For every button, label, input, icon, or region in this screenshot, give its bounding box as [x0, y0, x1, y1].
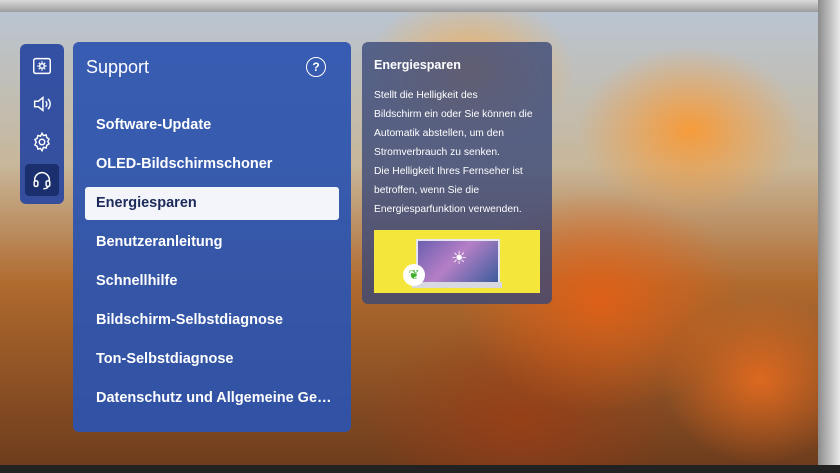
picture-settings-icon[interactable]	[25, 50, 59, 82]
tv-stand-illustration	[412, 282, 502, 288]
help-icon[interactable]: ?	[306, 57, 326, 77]
info-title: Energiesparen	[374, 58, 461, 72]
info-panel: Energiesparen Stellt die Helligkeit des …	[362, 42, 552, 304]
info-line: Automatik abstellen, um den	[374, 128, 504, 139]
menu-item-quick-help[interactable]: Schnellhilfe	[85, 265, 339, 298]
menu-item-user-guide[interactable]: Benutzeranleitung	[85, 226, 339, 259]
info-line: Bildschirm ein oder Sie können die	[374, 109, 533, 120]
tv-bezel-right	[818, 0, 840, 473]
info-line: Energiesparfunktion verwenden.	[374, 204, 522, 215]
info-line: Stellt die Helligkeit des	[374, 90, 478, 101]
sound-icon[interactable]	[25, 88, 59, 120]
gear-icon[interactable]	[25, 126, 59, 158]
eco-leaf-icon: ❦	[403, 264, 425, 286]
tv-bezel-top	[0, 0, 840, 12]
menu-title: Support	[86, 57, 150, 77]
menu-item-energy-saving[interactable]: Energiesparen	[85, 187, 339, 220]
info-line: betroffen, wenn Sie die	[374, 185, 480, 196]
tv-bezel-bottom	[0, 465, 840, 473]
headset-support-icon[interactable]	[25, 164, 59, 196]
energy-saving-illustration: ☀ ❦	[374, 230, 540, 293]
brightness-icon: ☀	[451, 248, 468, 268]
menu-item-software-update[interactable]: Software-Update	[85, 109, 339, 142]
menu-item-oled-screensaver[interactable]: OLED-Bildschirmschoner	[85, 148, 339, 181]
info-description: Stellt die Helligkeit des Bildschirm ein…	[374, 86, 546, 219]
category-sidebar	[20, 44, 64, 204]
menu-item-sound-self-diagnosis[interactable]: Ton-Selbstdiagnose	[85, 343, 339, 376]
support-menu-panel: Support ? Software-Update OLED-Bildschir…	[73, 42, 351, 432]
menu-item-privacy-terms[interactable]: Datenschutz und Allgemeine Ges…	[85, 382, 339, 415]
info-line: Stromverbrauch zu senken.	[374, 147, 500, 158]
info-line: Die Helligkeit Ihres Fernseher ist	[374, 166, 523, 177]
menu-item-screen-self-diagnosis[interactable]: Bildschirm-Selbstdiagnose	[85, 304, 339, 337]
